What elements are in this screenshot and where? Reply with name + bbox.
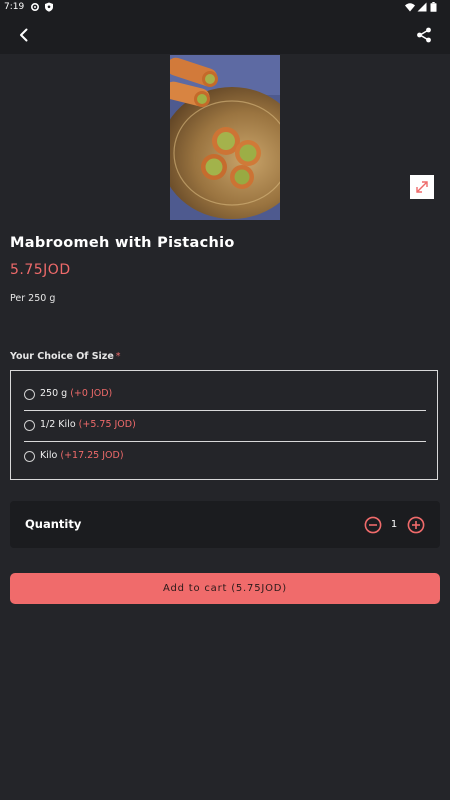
expand-image-button[interactable] bbox=[410, 175, 434, 199]
size-label-text: Your Choice Of Size bbox=[10, 351, 114, 362]
top-app-bar bbox=[0, 16, 450, 54]
size-section-label: Your Choice Of Size * bbox=[10, 351, 121, 362]
size-option-extra: (+17.25 JOD) bbox=[60, 450, 124, 461]
quantity-card: Quantity 1 bbox=[10, 501, 440, 548]
size-option-250g[interactable]: 250 g (+0 JOD) bbox=[24, 382, 426, 410]
radio-button[interactable] bbox=[24, 389, 35, 400]
status-bar: 7:19 bbox=[0, 0, 450, 16]
radio-button[interactable] bbox=[24, 451, 35, 462]
size-option-name: 250 g bbox=[40, 388, 68, 399]
size-options-box: 250 g (+0 JOD) 1/2 Kilo (+5.75 JOD) Kilo… bbox=[10, 370, 438, 480]
radio-button[interactable] bbox=[24, 420, 35, 431]
expand-icon bbox=[416, 181, 428, 193]
size-option-label: Kilo (+17.25 JOD) bbox=[40, 450, 124, 461]
size-option-extra: (+0 JOD) bbox=[70, 388, 113, 399]
minus-circle-icon[interactable] bbox=[364, 516, 382, 534]
divider bbox=[24, 410, 426, 411]
required-mark: * bbox=[115, 351, 121, 362]
size-option-half-kilo[interactable]: 1/2 Kilo (+5.75 JOD) bbox=[24, 413, 426, 441]
wifi-icon bbox=[405, 3, 415, 12]
size-option-label: 250 g (+0 JOD) bbox=[40, 388, 112, 399]
product-price: 5.75JOD bbox=[10, 262, 71, 278]
shield-icon bbox=[45, 2, 53, 12]
size-option-name: 1/2 Kilo bbox=[40, 419, 76, 430]
size-option-name: Kilo bbox=[40, 450, 58, 461]
product-image[interactable] bbox=[170, 55, 280, 220]
add-to-cart-button[interactable]: Add to cart (5.75JOD) bbox=[10, 573, 440, 604]
size-option-extra: (+5.75 JOD) bbox=[78, 419, 136, 430]
quantity-value: 1 bbox=[390, 519, 398, 530]
size-option-kilo[interactable]: Kilo (+17.25 JOD) bbox=[24, 444, 426, 472]
size-option-label: 1/2 Kilo (+5.75 JOD) bbox=[40, 419, 136, 430]
status-time: 7:19 bbox=[4, 2, 25, 12]
signal-icon bbox=[417, 2, 427, 12]
divider bbox=[24, 441, 426, 442]
product-title: Mabroomeh with Pistachio bbox=[10, 235, 235, 251]
share-icon[interactable] bbox=[414, 25, 434, 45]
mabroomeh-photo bbox=[170, 55, 280, 220]
battery-icon bbox=[430, 2, 437, 12]
quantity-label: Quantity bbox=[25, 517, 82, 531]
plus-circle-icon[interactable] bbox=[407, 516, 425, 534]
product-unit: Per 250 g bbox=[10, 293, 56, 304]
back-arrow-icon[interactable] bbox=[14, 25, 34, 45]
settings-icon bbox=[30, 2, 40, 12]
